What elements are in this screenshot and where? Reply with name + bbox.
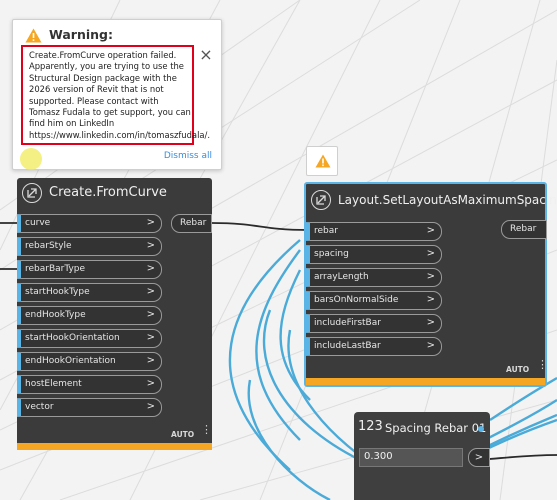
chevron-right-icon: > [146,263,155,274]
create-fromcurve-node[interactable]: Create.FromCurve curve > rebarStyle > rebarB… [17,178,212,450]
chevron-right-icon: > [146,217,155,228]
input-port-rebarbartype[interactable]: rebarBarType > [17,260,162,279]
chevron-right-icon: > [426,248,435,259]
input-port-label: endHookOrientation [25,356,116,366]
warning-popup: Warning: × Create.FromCurve operation fa… [12,19,222,170]
input-port-label: startHookType [25,287,90,297]
input-port-label: hostElement [25,379,82,389]
node-header[interactable]: Create.FromCurve [17,178,212,208]
warning-title: Warning: [49,27,113,42]
preview-indicator [478,426,484,432]
warning-message: Create.FromCurve operation failed. Appar… [29,50,211,140]
input-port-curve[interactable]: curve > [17,214,162,233]
lacing-label[interactable]: AUTO [171,430,194,439]
output-port-label: Rebar [510,224,537,234]
input-port-vector[interactable]: vector > [17,398,162,417]
output-port-label: Rebar [180,218,207,228]
cursor-highlight [20,148,42,170]
output-port-rebar[interactable]: Rebar [171,214,212,233]
chevron-right-icon: > [146,286,155,297]
chevron-right-icon: > [426,317,435,328]
input-port-arraylength[interactable]: arrayLength > [306,268,442,287]
input-port-label: vector [25,402,54,412]
node-title: Create.FromCurve [49,185,167,200]
input-port-starthooktype[interactable]: startHookType > [17,283,162,302]
input-port-label: rebarStyle [25,241,72,251]
close-icon[interactable]: × [199,47,213,63]
more-options-icon[interactable]: ⋮ [201,424,212,435]
input-port-includefirstbar[interactable]: includeFirstBar > [306,314,442,333]
input-port-endhookorientation[interactable]: endHookOrientation > [17,352,162,371]
chevron-right-icon: > [146,378,155,389]
input-port-label: endHookType [25,310,86,320]
node-title: Spacing Rebar 01 [385,421,487,435]
dynamo-node-icon [22,183,42,203]
input-port-includelastbar[interactable]: includeLastBar > [306,337,442,356]
input-port-barsonnormalside[interactable]: barsOnNormalSide > [306,291,442,310]
output-port-rebar[interactable]: Rebar [501,220,547,239]
input-port-label: spacing [314,249,349,259]
chevron-right-icon: > [146,355,155,366]
chevron-right-icon: > [146,332,155,343]
lacing-label[interactable]: AUTO [506,365,529,374]
chevron-right-icon: > [426,225,435,236]
layout-setlayoutasmaximumspacing-node[interactable]: Layout.SetLayoutAsMaximumSpacing rebar > s… [304,182,557,387]
number-value-input[interactable]: 0.300 [359,448,463,467]
warning-message-box: Create.FromCurve operation failed. Appar… [21,45,211,145]
input-port-label: arrayLength [314,272,369,282]
warning-icon [25,28,42,43]
input-port-hostelement[interactable]: hostElement > [17,375,162,394]
node-warning-badge[interactable] [306,146,338,176]
input-port-label: includeLastBar [314,341,381,351]
input-port-label: rebar [314,226,338,236]
input-port-label: barsOnNormalSide [314,295,399,305]
chevron-right-icon: > [426,271,435,282]
input-port-rebar[interactable]: rebar > [306,222,442,241]
input-port-label: includeFirstBar [314,318,381,328]
number-node-icon: 123 [358,419,383,434]
warning-status-bar [306,378,545,385]
output-port[interactable]: > [468,448,490,467]
node-title: Layout.SetLayoutAsMaximumSpacing [338,193,557,207]
chevron-right-icon: > [146,240,155,251]
warning-icon [315,154,331,168]
input-port-label: startHookOrientation [25,333,120,343]
input-port-spacing[interactable]: spacing > [306,245,442,264]
chevron-right-icon: > [146,309,155,320]
input-port-rebarstyle[interactable]: rebarStyle > [17,237,162,256]
more-options-icon[interactable]: ⋮ [537,359,548,370]
chevron-right-icon: > [146,401,155,412]
wire-rebar [211,222,309,231]
chevron-right-icon: > [426,340,435,351]
input-port-starthookorientation[interactable]: startHookOrientation > [17,329,162,348]
chevron-right-icon: > [426,294,435,305]
spacing-rebar-number-node[interactable]: 123 Spacing Rebar 01 0.300 > [354,412,490,500]
dynamo-node-icon [311,190,331,210]
node-header[interactable]: Layout.SetLayoutAsMaximumSpacing [306,184,557,214]
dismiss-all-link[interactable]: Dismiss all [164,151,212,161]
warning-status-bar [17,443,212,450]
input-port-label: curve [25,218,51,228]
input-port-label: rebarBarType [25,264,86,274]
input-port-endhooktype[interactable]: endHookType > [17,306,162,325]
